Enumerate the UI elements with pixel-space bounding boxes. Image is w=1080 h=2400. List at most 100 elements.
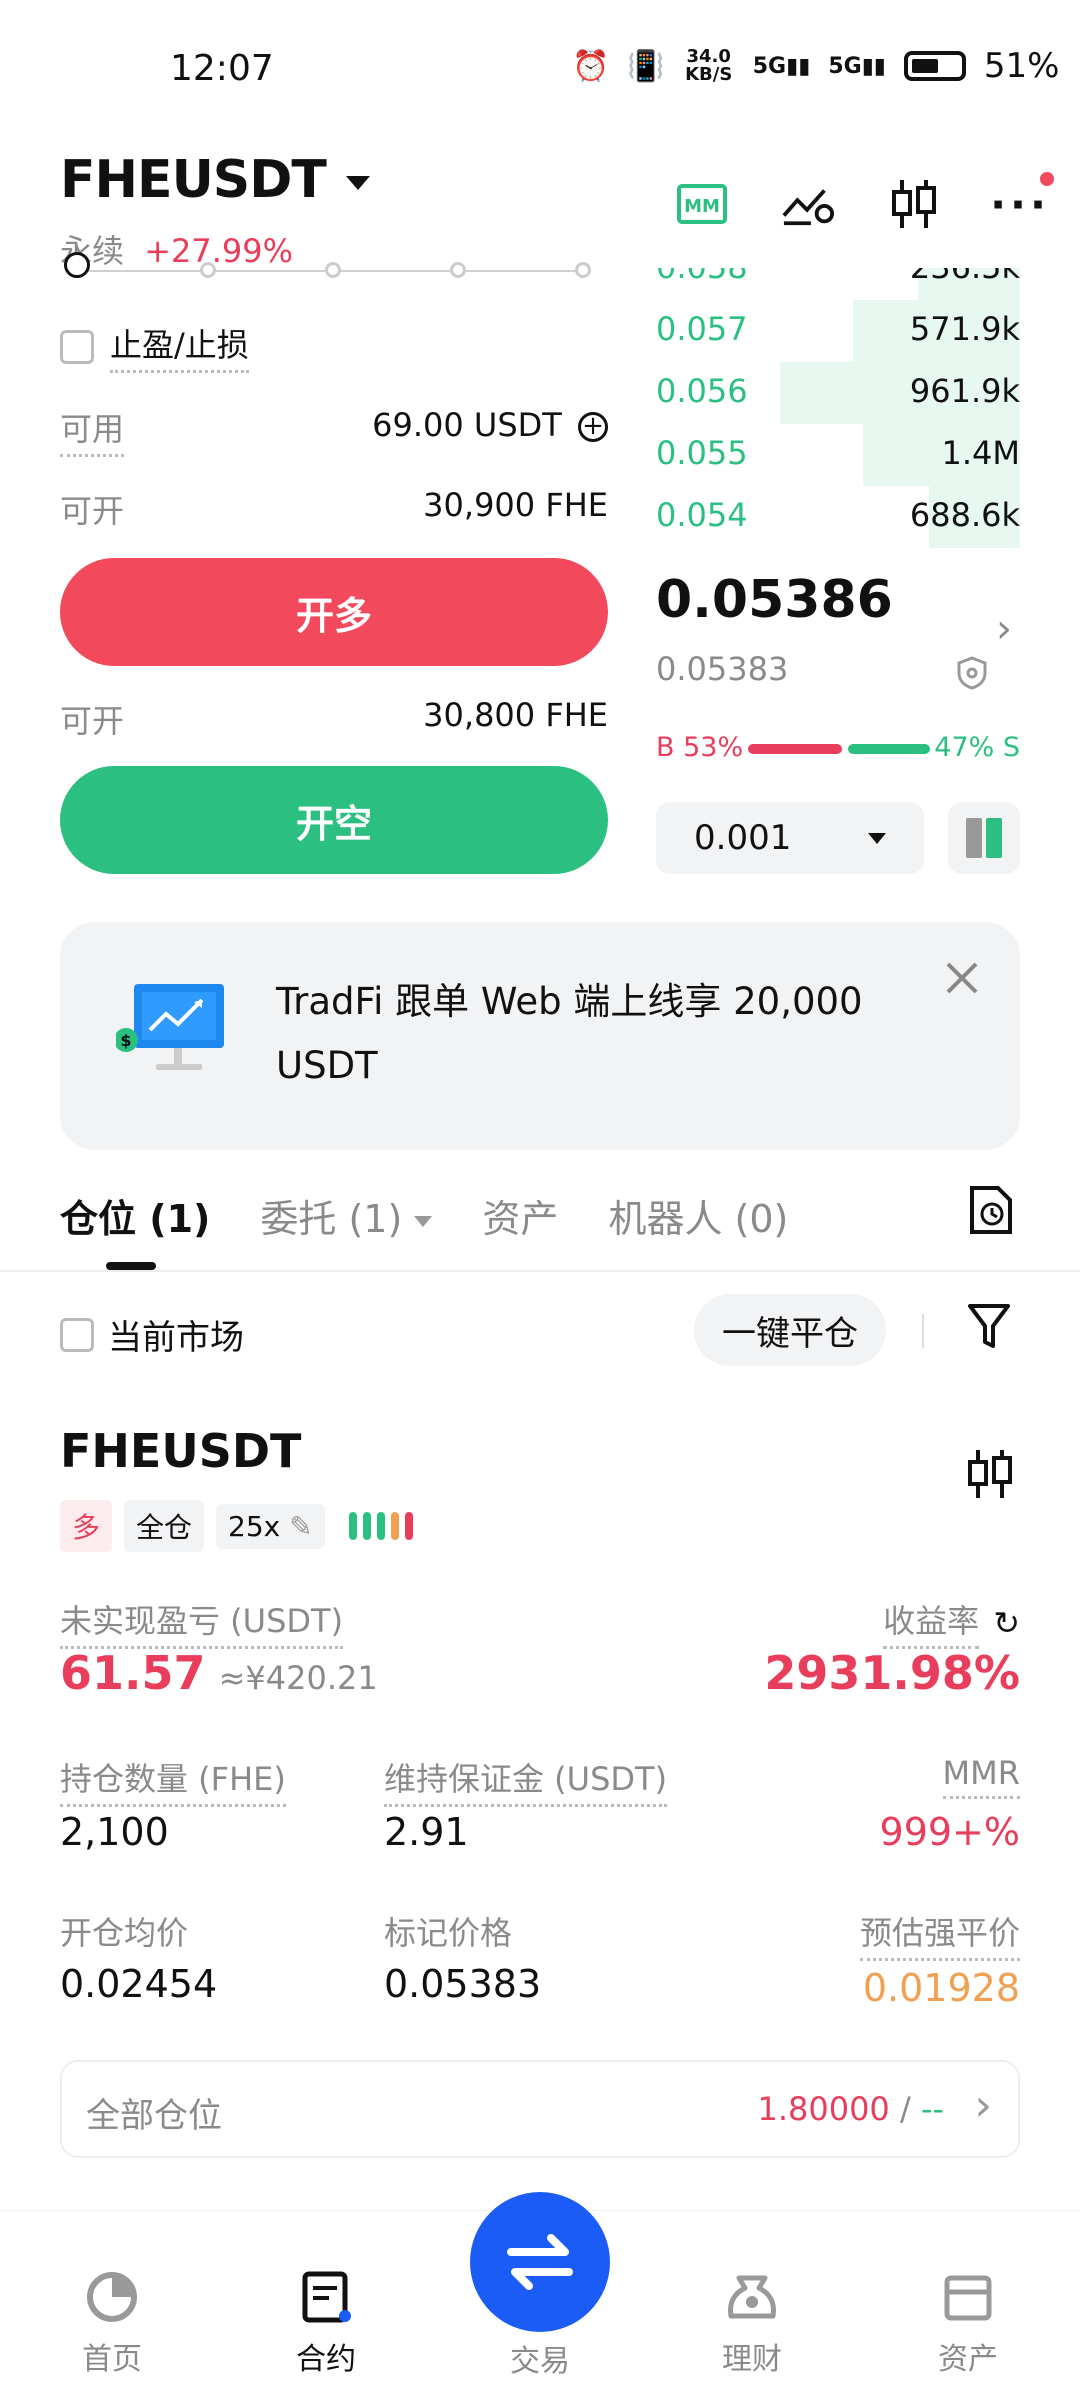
filter-icon[interactable] xyxy=(966,1302,1012,1356)
futures-icon xyxy=(302,2271,351,2323)
tab-bots[interactable]: 机器人 (0) xyxy=(608,1188,788,1243)
more-icon[interactable]: ··· xyxy=(990,172,1054,230)
all-positions-label: 全部仓位 xyxy=(86,2096,222,2136)
candlestick-icon[interactable] xyxy=(888,178,940,230)
can-open-short-value: 30,800 FHE xyxy=(423,696,608,734)
monitor-chart-icon: $ xyxy=(114,982,226,1082)
chevron-down-icon xyxy=(345,176,370,190)
maint-margin-value: 2.91 xyxy=(384,1810,469,1854)
close-icon[interactable] xyxy=(940,956,984,1000)
mm-icon[interactable]: MM xyxy=(676,178,728,230)
alarm-icon: ⏰ xyxy=(572,48,610,84)
symbol-selector[interactable]: FHEUSDT xyxy=(60,150,370,210)
buy-percent: B 53% xyxy=(656,732,744,763)
tpsl-toggle[interactable]: 止盈/止损 xyxy=(60,320,249,373)
ask-price: 0.057 xyxy=(656,310,748,348)
nav-assets[interactable]: 资产 xyxy=(898,2270,1038,2378)
slider-mark xyxy=(575,262,591,278)
tab-positions[interactable]: 仓位 (1) xyxy=(60,1188,210,1243)
position-symbol[interactable]: FHEUSDT xyxy=(60,1424,301,1478)
status-icons: ⏰ 📳 34.0 KB/S 5G▮▮ 5G▮▮ 51% xyxy=(572,46,1059,86)
wallet-icon xyxy=(944,2275,992,2321)
unrealized-pnl-row: 61.57 ≈¥420.21 xyxy=(60,1646,378,1700)
vibrate-icon: 📳 xyxy=(627,48,665,84)
precision-select[interactable]: 0.001 xyxy=(656,802,924,874)
net-speed: 34.0 KB/S xyxy=(685,46,733,85)
maint-margin-label: 维持保证金 (USDT) xyxy=(384,1754,668,1807)
price-change: +27.99% xyxy=(144,232,294,270)
available-label: 可用 xyxy=(60,404,125,457)
current-market-toggle[interactable]: 当前市场 xyxy=(60,1310,244,1359)
close-all-button[interactable]: 一键平仓 xyxy=(694,1294,886,1366)
banner-text: TradFi 跟单 Web 端上线享 20,000 USDT xyxy=(276,980,863,1087)
signal-5g-icon: 5G▮▮ xyxy=(752,53,811,79)
history-icon[interactable] xyxy=(968,1184,1014,1240)
divider xyxy=(0,1270,1080,1272)
roe-value: 2931.98% xyxy=(764,1646,1020,1700)
add-funds-icon[interactable]: + xyxy=(578,412,608,442)
promo-banner[interactable]: $ TradFi 跟单 Web 端上线享 20,000 USDT xyxy=(60,922,1020,1150)
unrealized-pnl-cny: ≈¥420.21 xyxy=(218,1659,378,1697)
open-long-button[interactable]: 开多 xyxy=(60,558,608,666)
orderbook-row[interactable]: 0.055 1.4M xyxy=(656,424,1020,486)
book-layout-icon[interactable] xyxy=(948,802,1020,874)
home-icon xyxy=(87,2272,137,2322)
sell-percent: 47% S xyxy=(934,732,1020,763)
open-short-button[interactable]: 开空 xyxy=(60,766,608,874)
chevron-right-icon[interactable]: › xyxy=(996,606,1012,652)
divider-vertical xyxy=(922,1314,924,1348)
share-icon[interactable]: ↻ xyxy=(993,1604,1020,1642)
nav-earn[interactable]: 理财 xyxy=(682,2270,822,2378)
trade-fab[interactable] xyxy=(470,2192,610,2332)
orderbook-row[interactable]: 0.058 236.5k xyxy=(656,268,1020,300)
leverage-badge[interactable]: 25x ✎ xyxy=(216,1503,325,1549)
tpsl-checkbox[interactable] xyxy=(60,329,94,364)
current-market-label: 当前市场 xyxy=(108,1318,244,1358)
leverage-slider[interactable] xyxy=(64,252,591,278)
mark-price-value: 0.05383 xyxy=(384,1962,542,2006)
available-value: 69.00 USDT xyxy=(372,406,562,444)
liq-price-label: 预估强平价 xyxy=(859,1908,1020,1961)
ask-quantity: 1.4M xyxy=(941,434,1021,472)
swap-icon xyxy=(507,2234,573,2290)
nav-home[interactable]: 首页 xyxy=(42,2270,182,2378)
header-actions: MM ··· xyxy=(676,172,1054,230)
slider-mark xyxy=(200,262,216,278)
battery-icon xyxy=(903,51,966,81)
ask-price: 0.058 xyxy=(656,268,748,286)
chevron-right-icon: › xyxy=(974,2080,992,2131)
symbol-title: FHEUSDT xyxy=(60,150,327,210)
mmr-value: 999+% xyxy=(879,1810,1020,1854)
margin-mode-badge: 全仓 xyxy=(124,1500,205,1552)
all-positions-row[interactable]: 全部仓位 1.80000 / -- › xyxy=(60,2060,1020,2158)
orderbook-row[interactable]: 0.056 961.9k xyxy=(656,362,1020,424)
can-open-long-value: 30,900 FHE xyxy=(423,486,608,524)
orderbook: 0.058 236.5k 0.057 571.9k 0.056 961.9k 0.055 1.… xyxy=(656,268,1020,558)
candlestick-icon[interactable] xyxy=(966,1448,1014,1504)
nav-trade-label[interactable]: 交易 xyxy=(470,2336,610,2380)
tab-orders[interactable]: 委托 (1) xyxy=(260,1188,433,1243)
sell-bar xyxy=(848,744,930,754)
svg-text:MM: MM xyxy=(684,196,720,217)
battery-level: 51% xyxy=(983,46,1060,86)
notification-dot xyxy=(1040,172,1054,186)
orderbook-row[interactable]: 0.054 688.6k xyxy=(656,486,1020,548)
shield-icon xyxy=(956,656,988,694)
signal-5g-icon-2: 5G▮▮ xyxy=(828,53,886,79)
edit-icon: ✎ xyxy=(289,1509,313,1543)
slider-handle[interactable] xyxy=(64,252,90,278)
orderbook-row[interactable]: 0.057 571.9k xyxy=(656,300,1020,362)
tab-assets[interactable]: 资产 xyxy=(482,1188,558,1243)
tpsl-label: 止盈/止损 xyxy=(110,320,249,373)
buy-sell-ratio: B 53% 47% S xyxy=(656,732,1020,764)
nav-futures[interactable]: 合约 xyxy=(256,2270,396,2378)
risk-bars-icon xyxy=(348,1512,413,1540)
ask-quantity: 571.9k xyxy=(909,310,1020,348)
slider-mark xyxy=(325,262,341,278)
last-price: 0.05386 xyxy=(656,570,893,630)
caret-down-icon xyxy=(414,1216,433,1227)
side-badge: 多 xyxy=(60,1500,113,1552)
entry-price-value: 0.02454 xyxy=(60,1962,218,2006)
current-market-checkbox[interactable] xyxy=(60,1317,94,1352)
strategy-icon[interactable] xyxy=(782,178,834,230)
